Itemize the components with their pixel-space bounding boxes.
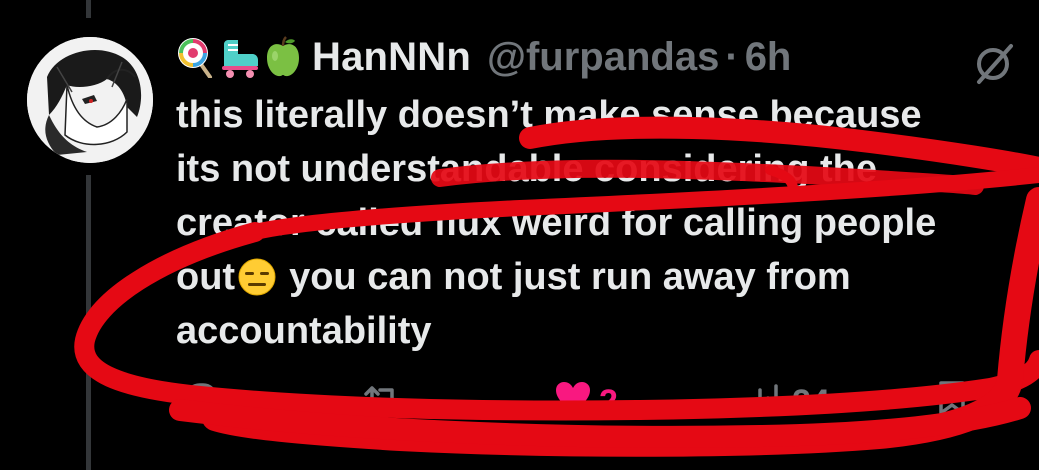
bookmark-button[interactable] [932,378,978,427]
expressionless-face-emoji [237,257,277,297]
reply-count: 1 [226,383,245,421]
user-handle[interactable]: @furpandas [487,35,719,80]
tweet-line: accountability [176,310,432,352]
views-button[interactable]: 24 [746,378,830,427]
like-count: 2 [599,383,618,421]
green-apple-emoji [264,36,302,78]
like-button[interactable]: 2 [553,378,618,427]
tweet-text: this literally doesn’t make sense becaus… [176,88,1036,358]
tweet-header: HanNNn @furpandas · 6h [176,28,791,86]
bookmark-icon [932,378,978,427]
repost-button[interactable] [362,378,408,427]
tweet-line-group: out you can not just run away from [176,250,1036,304]
views-count: 24 [792,383,830,421]
thread-line-bottom [86,175,91,470]
tweet-line: out [176,256,236,298]
lollipop-emoji [176,36,214,79]
grok-icon[interactable] [973,42,1017,86]
avatar[interactable] [27,37,153,163]
tweet-line: you can not just run away from [289,256,851,298]
thread-line-top [86,0,91,18]
roller-skate-emoji [220,36,258,78]
separator-dot: · [725,34,739,79]
action-bar: 1 2 24 [176,378,976,426]
views-icon [746,378,792,427]
display-name[interactable]: HanNNn [312,35,471,80]
reply-icon [180,378,226,427]
timestamp[interactable]: 6h [745,35,792,80]
tweet-line: creator called flux weird for calling pe… [176,202,937,244]
repost-icon [362,378,408,427]
heart-icon [553,378,599,427]
tweet-line: this literally doesn’t make sense becaus… [176,94,922,136]
reply-button[interactable]: 1 [180,378,245,427]
tweet-line: its not understandable considering the [176,148,877,190]
